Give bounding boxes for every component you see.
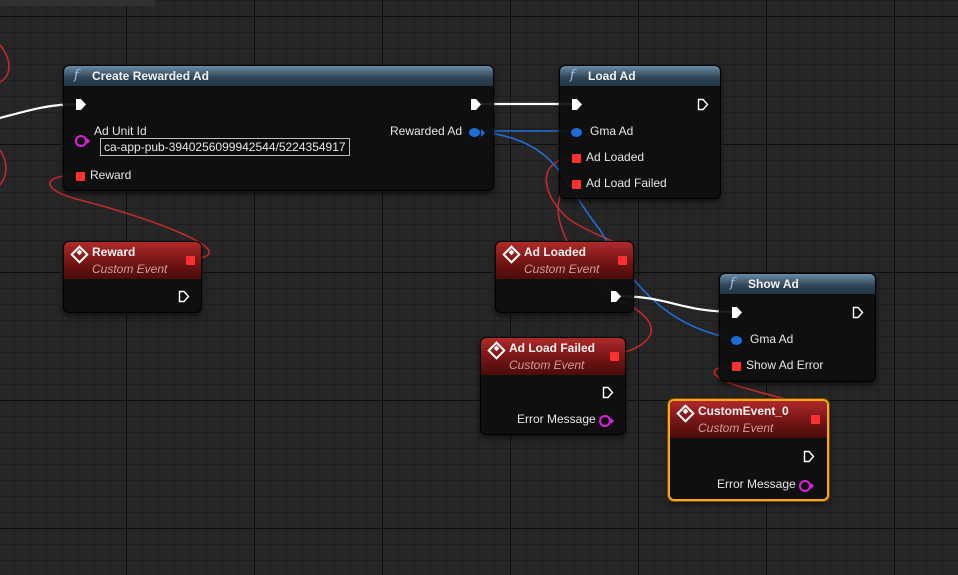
node-title: Load Ad xyxy=(588,69,636,83)
node-header[interactable]: Reward Custom Event xyxy=(64,242,201,279)
show-ad-error-label: Show Ad Error xyxy=(746,358,824,372)
node-ad-loaded-event[interactable]: Ad Loaded Custom Event xyxy=(495,241,634,313)
function-f-icon: f xyxy=(570,68,575,83)
error-message-pin-icon[interactable] xyxy=(599,415,611,427)
show-ad-error-pin-icon[interactable] xyxy=(732,362,741,371)
delegate-pin-icon[interactable] xyxy=(186,256,195,265)
node-header[interactable]: Ad Loaded Custom Event xyxy=(496,242,633,279)
node-custom-event-0[interactable]: CustomEvent_0 Custom Event Error Message xyxy=(668,399,829,501)
function-f-icon: f xyxy=(74,68,79,83)
ad-unit-id-input[interactable]: ca-app-pub-3940256099942544/5224354917 xyxy=(100,138,350,156)
wire-exec-adloaded-to-show[interactable] xyxy=(615,294,737,314)
rewarded-ad-pin-arrow-icon xyxy=(481,129,485,137)
node-title: Ad Loaded xyxy=(524,245,586,259)
node-title: Ad Load Failed xyxy=(509,341,596,355)
node-load-ad[interactable]: f Load Ad Gma Ad Ad Loaded Ad Load Faile… xyxy=(559,65,721,199)
rewarded-ad-label: Rewarded Ad xyxy=(390,124,463,138)
ad-unit-id-pin-arrow-icon xyxy=(87,138,90,144)
exec-out-pin-icon[interactable] xyxy=(803,450,815,463)
delegate-pin-icon[interactable] xyxy=(811,415,820,424)
graph-top-strip xyxy=(0,0,155,6)
node-subtitle: Custom Event xyxy=(92,262,168,276)
exec-out-pin-icon[interactable] xyxy=(852,306,864,319)
node-title: Show Ad xyxy=(748,277,799,291)
exec-out-pin-icon[interactable] xyxy=(178,290,190,303)
node-subtitle: Custom Event xyxy=(509,358,585,372)
event-diamond-icon xyxy=(502,245,521,264)
node-title: Reward xyxy=(92,245,136,259)
rewarded-ad-pin-icon[interactable] xyxy=(469,128,480,137)
node-header[interactable]: Ad Load Failed Custom Event xyxy=(481,338,625,375)
wire-offscreen-left-b xyxy=(0,149,7,186)
exec-out-pin-icon[interactable] xyxy=(602,386,614,399)
exec-out-pin-icon[interactable] xyxy=(610,290,622,303)
gma-ad-label: Gma Ad xyxy=(750,332,794,346)
ad-unit-id-label: Ad Unit Id xyxy=(94,124,147,138)
error-message-label: Error Message xyxy=(517,412,596,426)
event-diamond-icon xyxy=(676,404,695,423)
ad-load-failed-label: Ad Load Failed xyxy=(586,176,667,190)
node-subtitle: Custom Event xyxy=(698,421,774,435)
node-show-ad[interactable]: f Show Ad Gma Ad Show Ad Error xyxy=(719,273,876,382)
node-title: CustomEvent_0 xyxy=(698,404,789,418)
node-header[interactable]: CustomEvent_0 Custom Event xyxy=(670,401,827,438)
node-header[interactable]: f Create Rewarded Ad xyxy=(64,66,493,86)
wire-offscreen-left-a xyxy=(0,44,10,83)
ad-loaded-pin-icon[interactable] xyxy=(572,154,581,163)
node-create-rewarded-ad[interactable]: f Create Rewarded Ad Ad Unit Id ca-app-p… xyxy=(63,65,494,191)
event-diamond-icon xyxy=(487,341,506,360)
node-ad-load-failed-event[interactable]: Ad Load Failed Custom Event Error Messag… xyxy=(480,337,626,435)
exec-in-pin-icon[interactable] xyxy=(571,98,583,111)
node-header[interactable]: f Load Ad xyxy=(560,66,720,86)
node-header[interactable]: f Show Ad xyxy=(720,274,875,294)
delegate-pin-icon[interactable] xyxy=(618,256,627,265)
delegate-pin-icon[interactable] xyxy=(610,352,619,361)
exec-in-pin-icon[interactable] xyxy=(731,306,743,319)
event-diamond-icon xyxy=(70,245,89,264)
gma-ad-label: Gma Ad xyxy=(590,124,634,138)
error-message-pin-arrow-icon xyxy=(811,483,814,489)
ad-unit-id-pin-icon[interactable] xyxy=(75,135,87,147)
error-message-pin-arrow-icon xyxy=(611,418,614,424)
ad-loaded-label: Ad Loaded xyxy=(586,150,645,164)
ad-load-failed-pin-icon[interactable] xyxy=(572,180,581,189)
exec-out-pin-icon[interactable] xyxy=(697,98,709,111)
gma-ad-pin-icon[interactable] xyxy=(731,336,742,345)
error-message-pin-icon[interactable] xyxy=(799,480,811,492)
node-reward-event[interactable]: Reward Custom Event xyxy=(63,241,202,313)
exec-in-pin-icon[interactable] xyxy=(75,98,87,111)
function-f-icon: f xyxy=(730,276,735,291)
gma-ad-pin-icon[interactable] xyxy=(571,128,582,137)
node-title: Create Rewarded Ad xyxy=(92,69,209,83)
reward-label: Reward xyxy=(90,168,132,182)
error-message-label: Error Message xyxy=(717,477,796,491)
exec-out-pin-icon[interactable] xyxy=(470,98,482,111)
node-subtitle: Custom Event xyxy=(524,262,600,276)
reward-delegate-pin-icon[interactable] xyxy=(76,172,85,181)
